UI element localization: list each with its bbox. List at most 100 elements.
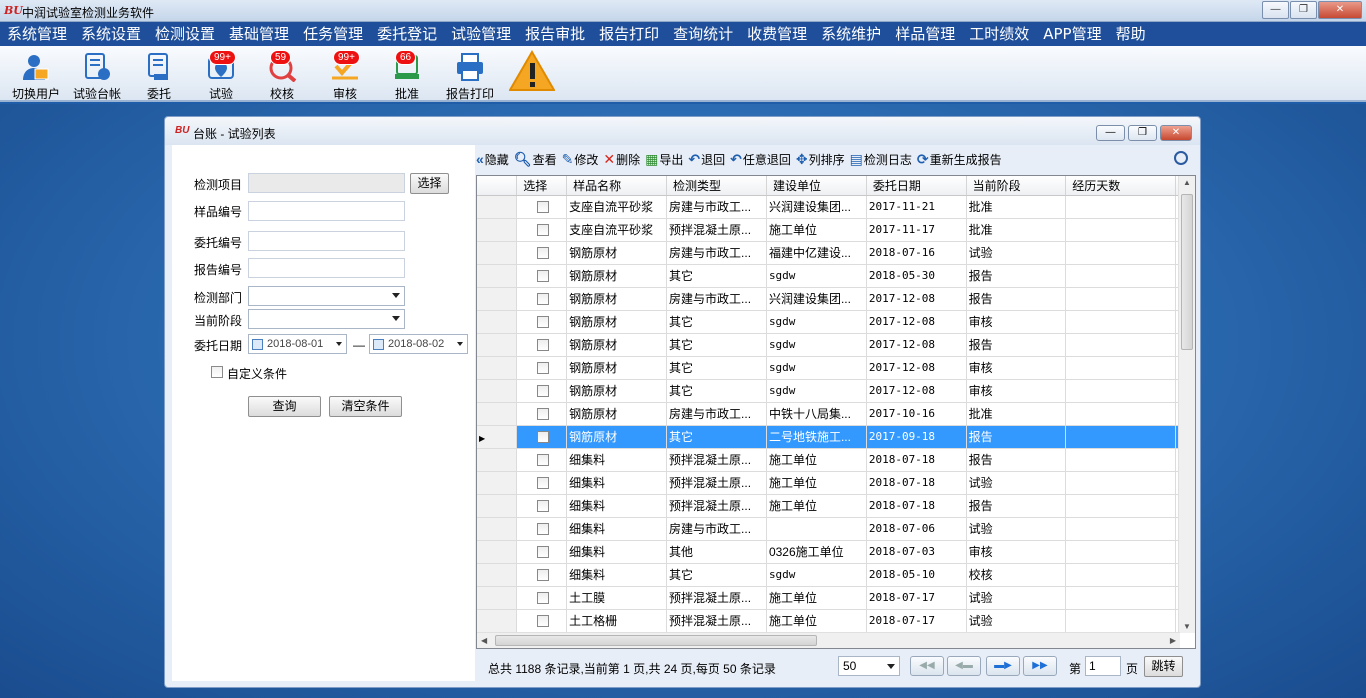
menu-item[interactable]: 工时绩效: [962, 22, 1036, 46]
horizontal-scrollbar[interactable]: ◀ ▶: [477, 632, 1180, 648]
row-header[interactable]: [477, 471, 518, 495]
toolbar-button[interactable]: 试验台帐: [67, 48, 127, 101]
minimize-button[interactable]: —: [1262, 1, 1289, 19]
table-row[interactable]: 钢筋原材 其它 sgdw 2017-12-08 审核: [477, 356, 1195, 380]
menu-item[interactable]: 样品管理: [888, 22, 962, 46]
table-row[interactable]: 钢筋原材 其它 sgdw 2017-12-08 审核: [477, 379, 1195, 403]
row-checkbox[interactable]: [536, 201, 549, 214]
toolbar-warning-button[interactable]: [502, 48, 562, 100]
table-row[interactable]: 细集料 房建与市政工... 2018-07-06 试验: [477, 517, 1195, 541]
menu-item[interactable]: APP管理: [1036, 22, 1108, 46]
row-header[interactable]: [477, 310, 518, 334]
row-select-cell[interactable]: [516, 356, 568, 380]
first-page-button[interactable]: ◀◀: [910, 656, 944, 676]
row-select-cell[interactable]: [516, 379, 568, 403]
row-header[interactable]: [477, 609, 518, 633]
row-checkbox[interactable]: [536, 224, 549, 237]
table-row[interactable]: 钢筋原材 房建与市政工... 中铁十八局集... 2017-10-16 批准: [477, 402, 1195, 426]
export-button[interactable]: ▦ 导出: [645, 151, 683, 168]
row-select-cell[interactable]: [516, 333, 568, 357]
page-size-select[interactable]: 50: [838, 656, 900, 676]
row-checkbox[interactable]: [536, 362, 549, 375]
view-button[interactable]: 🔍︎ 查看: [514, 151, 557, 168]
scroll-left-icon[interactable]: ◀: [481, 636, 487, 645]
last-page-button[interactable]: ▶▶: [1023, 656, 1057, 676]
sample-no-input[interactable]: [248, 201, 405, 221]
toolbar-button[interactable]: 99+ 试验: [191, 48, 251, 101]
row-checkbox[interactable]: [536, 454, 549, 467]
window-maximize-button[interactable]: ❐: [1128, 125, 1157, 141]
row-header[interactable]: [477, 195, 518, 219]
regenerate-button[interactable]: ⟳ 重新生成报告: [917, 151, 1002, 168]
menu-item[interactable]: 收费管理: [740, 22, 814, 46]
row-checkbox[interactable]: [536, 477, 549, 490]
custom-condition-checkbox[interactable]: [211, 366, 223, 378]
menu-item[interactable]: 报告审批: [518, 22, 592, 46]
page-number-input[interactable]: 1: [1085, 656, 1121, 676]
row-checkbox[interactable]: [536, 293, 549, 306]
column-header[interactable]: 经历天数: [1065, 176, 1176, 196]
maximize-button[interactable]: ❐: [1290, 1, 1317, 19]
delete-button[interactable]: ✕ 删除: [603, 151, 640, 168]
table-row[interactable]: 支座自流平砂浆 房建与市政工... 兴润建设集团... 2017-11-21 批准: [477, 195, 1195, 219]
row-header[interactable]: [477, 287, 518, 311]
row-checkbox[interactable]: [536, 408, 549, 421]
row-checkbox[interactable]: [536, 615, 549, 628]
column-header[interactable]: 选择: [516, 176, 568, 196]
row-checkbox[interactable]: [536, 569, 549, 582]
row-select-cell[interactable]: [516, 563, 568, 587]
menu-item[interactable]: 系统设置: [74, 22, 148, 46]
table-row[interactable]: 细集料 预拌混凝土原... 施工单位 2018-07-18 试验: [477, 471, 1195, 495]
row-header[interactable]: [477, 218, 518, 242]
next-page-button[interactable]: ▬▶: [986, 656, 1020, 676]
table-row[interactable]: 钢筋原材 房建与市政工... 福建中亿建设... 2018-07-16 试验: [477, 241, 1195, 265]
column-header[interactable]: 检测类型: [666, 176, 767, 196]
date-to-picker[interactable]: 2018-08-02: [369, 334, 468, 354]
log-button[interactable]: ▤ 检测日志: [850, 151, 912, 168]
query-button[interactable]: 查询: [248, 396, 321, 417]
row-checkbox[interactable]: [536, 385, 549, 398]
row-select-cell[interactable]: [516, 586, 568, 610]
menu-item[interactable]: 系统管理: [0, 22, 74, 46]
table-row[interactable]: 细集料 预拌混凝土原... 施工单位 2018-07-18 报告: [477, 494, 1195, 518]
row-select-cell[interactable]: [516, 540, 568, 564]
menu-item[interactable]: 试验管理: [444, 22, 518, 46]
toolbar-button[interactable]: 66 批准: [377, 48, 437, 101]
jump-button[interactable]: 跳转: [1144, 656, 1183, 677]
row-select-cell[interactable]: [516, 218, 568, 242]
table-row[interactable]: ▶ 钢筋原材 其它 二号地铁施工... 2017-09-18 报告: [477, 425, 1195, 449]
row-checkbox[interactable]: [536, 592, 549, 605]
table-row[interactable]: 土工格栅 预拌混凝土原... 施工单位 2018-07-17 试验: [477, 609, 1195, 633]
row-header[interactable]: [477, 494, 518, 518]
column-header[interactable]: 样品名称: [566, 176, 668, 196]
window-minimize-button[interactable]: —: [1096, 125, 1125, 141]
row-select-cell[interactable]: [516, 425, 568, 449]
row-header[interactable]: ▶: [477, 425, 518, 449]
toolbar-button[interactable]: 99+ 审核: [315, 48, 375, 101]
table-row[interactable]: 细集料 其他 0326施工单位 2018-07-03 审核: [477, 540, 1195, 564]
select-button[interactable]: 选择: [410, 173, 449, 194]
column-header[interactable]: 建设单位: [766, 176, 867, 196]
date-from-picker[interactable]: 2018-08-01: [248, 334, 347, 354]
row-header[interactable]: [477, 517, 518, 541]
close-button[interactable]: ✕: [1318, 1, 1362, 19]
column-header[interactable]: 当前阶段: [966, 176, 1067, 196]
test-item-input[interactable]: [248, 173, 405, 193]
column-header[interactable]: 委托日期: [866, 176, 967, 196]
row-header[interactable]: [477, 333, 518, 357]
row-select-cell[interactable]: [516, 402, 568, 426]
row-checkbox[interactable]: [536, 431, 549, 444]
menu-item[interactable]: 检测设置: [148, 22, 222, 46]
clear-conditions-button[interactable]: 清空条件: [329, 396, 402, 417]
vertical-scroll-thumb[interactable]: [1181, 194, 1193, 350]
scroll-down-icon[interactable]: ▼: [1183, 622, 1191, 631]
row-select-cell[interactable]: [516, 264, 568, 288]
menu-item[interactable]: 系统维护: [814, 22, 888, 46]
toolbar-button[interactable]: 切换用户: [6, 48, 66, 101]
toolbar-button[interactable]: 59 校核: [252, 48, 312, 101]
table-row[interactable]: 细集料 预拌混凝土原... 施工单位 2018-07-18 报告: [477, 448, 1195, 472]
row-header[interactable]: [477, 563, 518, 587]
row-header[interactable]: [477, 241, 518, 265]
menu-item[interactable]: 报告打印: [592, 22, 666, 46]
row-select-cell[interactable]: [516, 471, 568, 495]
